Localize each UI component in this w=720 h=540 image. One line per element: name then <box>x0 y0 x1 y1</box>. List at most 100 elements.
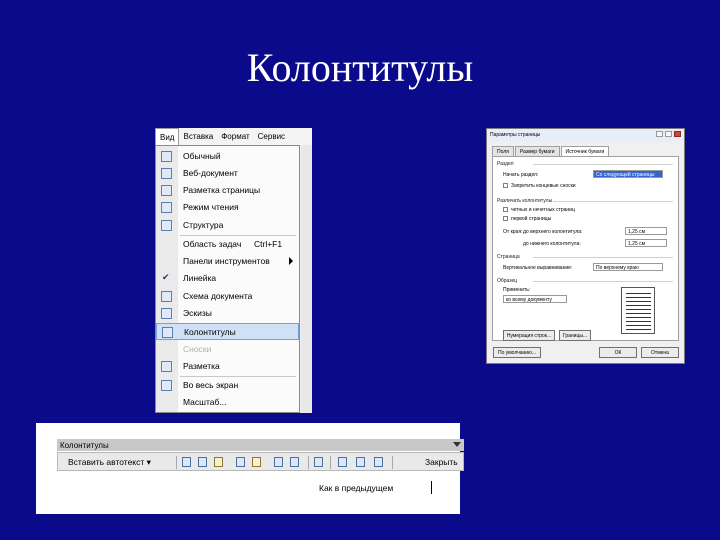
tooltip-text: Как в предыдущем <box>319 483 394 493</box>
valign-label: Вертикальное выравнивание: <box>503 265 573 271</box>
menu-item-footnotes[interactable]: Сноски <box>156 341 299 358</box>
switch-header-footer-icon[interactable] <box>338 457 347 467</box>
menu-item-doc-map[interactable]: Схема документа <box>156 288 299 305</box>
show-previous-icon[interactable] <box>356 457 365 467</box>
menu-item-label: Эскизы <box>183 308 212 318</box>
close-icon[interactable] <box>674 131 681 137</box>
footer-distance-label: до нижнего колонтитула: <box>523 241 581 247</box>
toolbar-dropdown-icon[interactable] <box>453 442 461 447</box>
toolbar-separator <box>308 456 309 469</box>
footer-distance-field[interactable]: 1,25 см <box>625 239 667 247</box>
odd-even-checkbox[interactable] <box>503 207 508 212</box>
toolbar-separator <box>176 456 177 469</box>
minimize-icon[interactable] <box>656 131 663 137</box>
menu-item-markup[interactable]: Разметка <box>156 358 299 375</box>
menu-insert[interactable]: Вставка <box>179 128 217 146</box>
line-numbering-button[interactable]: Нумерация строк... <box>503 330 555 341</box>
header-footer-toolbar-screenshot: Колонтитулы Вставить автотекст ▾ Закрыть… <box>36 423 464 514</box>
menu-item-toolbars[interactable]: Панели инструментов <box>156 253 299 270</box>
menu-item-label: Схема документа <box>183 291 253 301</box>
menu-item-print-layout[interactable]: Разметка страницы <box>156 182 299 199</box>
document-map-icon <box>161 291 172 302</box>
toolbar-separator <box>330 456 331 469</box>
check-icon: ✔ <box>162 272 170 282</box>
toolbar-separator <box>392 456 393 469</box>
menubar: Вид Вставка Формат Сервис <box>155 128 312 146</box>
close-toolbar-button[interactable]: Закрыть <box>425 457 458 467</box>
toolbar-title: Колонтитулы <box>60 441 109 450</box>
insert-autotext-button[interactable]: Вставить автотекст ▾ <box>68 457 151 468</box>
same-as-previous-tooltip: Как в предыдущем <box>316 480 434 495</box>
menu-item-label: Панели инструментов <box>183 256 270 266</box>
document-edge <box>301 145 312 413</box>
time-icon[interactable] <box>252 457 261 467</box>
menu-item-label: Структура <box>183 220 224 230</box>
markup-icon <box>161 361 172 372</box>
dialog-body: Раздел Начать раздел: Со следующей стран… <box>492 156 679 341</box>
normal-view-icon <box>161 151 172 162</box>
submenu-arrow-icon <box>289 257 293 265</box>
web-layout-icon <box>161 168 172 179</box>
apply-label: Применить: <box>503 287 531 293</box>
menu-item-header-footer[interactable]: Колонтитулы <box>156 323 299 340</box>
menu-item-label: Режим чтения <box>183 202 239 212</box>
menu-item-label: Обычный <box>183 151 221 161</box>
section-label: Страница <box>497 254 520 260</box>
menu-item-zoom[interactable]: Масштаб... <box>156 394 299 411</box>
thumbnails-icon <box>161 308 172 319</box>
same-as-previous-icon[interactable] <box>314 457 323 467</box>
date-icon[interactable] <box>236 457 245 467</box>
text-cursor-icon <box>431 481 432 494</box>
dialog-title: Параметры страницы <box>487 129 684 141</box>
fullscreen-icon <box>161 380 172 391</box>
view-menu-screenshot: Вид Вставка Формат Сервис Обычный Веб-до… <box>155 128 312 413</box>
show-hide-text-icon[interactable] <box>290 457 299 467</box>
menu-item-label: Линейка <box>183 273 217 283</box>
menu-item-ruler[interactable]: ✔ Линейка <box>156 270 299 287</box>
menu-item-reading[interactable]: Режим чтения <box>156 199 299 216</box>
page-count-icon[interactable] <box>198 457 207 467</box>
from-edge-label: От края: <box>503 229 523 235</box>
start-section-label: Начать раздел: <box>503 172 539 178</box>
start-section-select[interactable]: Со следующей страницы <box>593 170 663 178</box>
menu-format[interactable]: Формат <box>217 128 253 146</box>
show-next-icon[interactable] <box>374 457 383 467</box>
header-footer-icon <box>162 327 173 338</box>
endnotes-checkbox[interactable] <box>503 183 508 188</box>
endnotes-label: Запретить концевые сноски <box>511 183 576 189</box>
valign-select[interactable]: По верхнему краю <box>593 263 663 271</box>
page-preview <box>621 287 655 334</box>
menu-item-normal[interactable]: Обычный <box>156 148 299 165</box>
menu-item-fullscreen[interactable]: Во весь экран <box>156 377 299 394</box>
menu-item-thumbnails[interactable]: Эскизы <box>156 305 299 322</box>
menu-item-task-pane[interactable]: Область задач Ctrl+F1 <box>156 236 299 253</box>
apply-select[interactable]: ко всему документу <box>503 295 567 303</box>
section-divider <box>533 281 673 282</box>
reading-mode-icon <box>161 202 172 213</box>
print-layout-icon <box>161 185 172 196</box>
borders-button[interactable]: Границы... <box>559 330 591 341</box>
header-footer-toolbar: Вставить автотекст ▾ Закрыть <box>57 452 464 471</box>
page-setup-icon[interactable] <box>274 457 283 467</box>
view-dropdown: Обычный Веб-документ Разметка страницы Р… <box>155 145 300 413</box>
cancel-button[interactable]: Отмена <box>641 347 679 358</box>
menu-tools[interactable]: Сервис <box>254 128 289 146</box>
menu-view[interactable]: Вид <box>155 128 180 146</box>
ok-button[interactable]: ОК <box>599 347 637 358</box>
default-button[interactable]: По умолчанию... <box>493 347 541 358</box>
page-number-icon[interactable] <box>182 457 191 467</box>
section-divider <box>533 164 673 165</box>
menu-item-web[interactable]: Веб-документ <box>156 165 299 182</box>
menu-item-outline[interactable]: Структура <box>156 217 299 234</box>
menu-item-label: Веб-документ <box>183 168 238 178</box>
section-label: Образец <box>497 278 518 284</box>
first-page-checkbox[interactable] <box>503 216 508 221</box>
menu-item-label: Область задач <box>183 239 242 249</box>
toolbar-title-bar: Колонтитулы <box>57 439 464 451</box>
section-divider <box>553 201 673 202</box>
section-divider <box>533 257 673 258</box>
format-page-number-icon[interactable] <box>214 457 223 467</box>
header-distance-field[interactable]: 1,25 см <box>625 227 667 235</box>
odd-even-label: четных и нечетных страниц <box>511 207 575 213</box>
maximize-icon[interactable] <box>665 131 672 137</box>
